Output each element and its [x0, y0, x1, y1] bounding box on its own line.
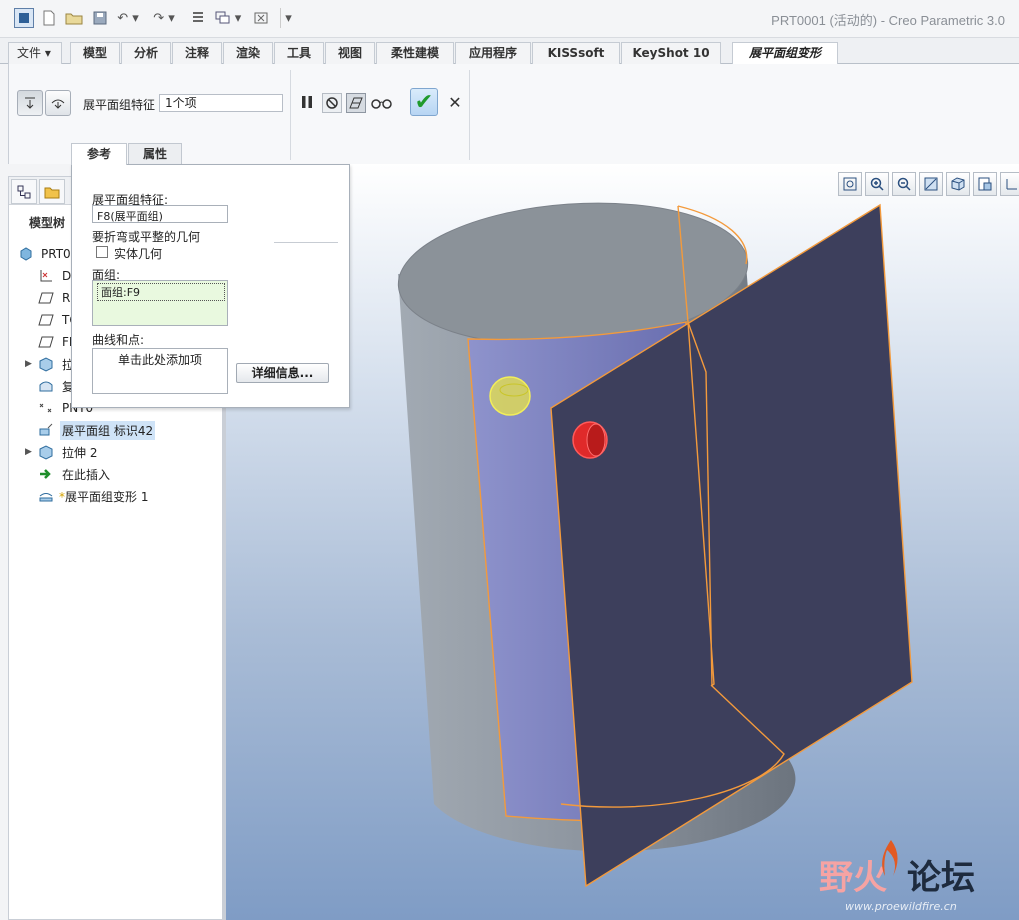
flatten-feature-collector[interactable]: 1个项 — [159, 94, 283, 112]
collector-label: 展平面组特征 — [83, 98, 156, 112]
tab-file-label: 文件 — [17, 46, 42, 60]
extrude-icon — [37, 443, 55, 461]
windows-icon[interactable]: ▾ — [212, 8, 244, 28]
tree-item-label: *展平面组变形 1 — [57, 487, 150, 506]
tab-analysis[interactable]: 分析 — [121, 42, 171, 64]
verify-glasses-icon[interactable] — [370, 93, 394, 113]
window-title: PRT0001 (活动的) - Creo Parametric 3.0 — [771, 13, 1005, 28]
save-icon[interactable] — [90, 8, 110, 28]
quilt-collector-item[interactable]: 面组:F9 — [97, 283, 225, 301]
no-preview-icon[interactable] — [322, 93, 342, 113]
tab-kisssoft[interactable]: KISSsoft — [532, 42, 620, 64]
references-panel: 展平面组特征: F8(展平面组) 要折弯或平整的几何 实体几何 面组: 面组:F… — [71, 164, 350, 408]
watermark-url: www.proewildfire.cn — [845, 900, 957, 913]
quilt-collector[interactable]: 面组:F9 — [92, 280, 228, 326]
tab-view[interactable]: 视图 — [325, 42, 375, 64]
forum-watermark: 野火 论坛 www.proewildfire.cn — [815, 838, 1005, 918]
part-icon — [17, 245, 35, 263]
expand-arrow-icon[interactable]: ▶ — [25, 359, 35, 369]
tree-item-flatten-deform[interactable]: *展平面组变形 1 — [9, 486, 223, 506]
model-tree-title: 模型树 — [29, 216, 66, 230]
ribbon-separator — [469, 70, 470, 160]
tab-model[interactable]: 模型 — [70, 42, 120, 64]
flatten-mode-button[interactable] — [17, 90, 43, 116]
open-folder-icon[interactable] — [64, 8, 84, 28]
subtab-references[interactable]: 参考 — [71, 143, 127, 165]
copy-icon — [37, 377, 55, 395]
csys-icon — [37, 267, 55, 285]
preview-geometry-icon[interactable] — [346, 93, 366, 113]
close-window-icon[interactable] — [252, 8, 270, 28]
flatten-feature-field[interactable]: F8(展平面组) — [92, 205, 228, 223]
tree-item-insert-here[interactable]: 在此插入 — [9, 464, 223, 484]
datum-point-red-ring — [586, 423, 606, 457]
watermark-text-b: 论坛 — [907, 858, 975, 898]
tree-item-label: 在此插入 — [62, 467, 111, 482]
tab-applications[interactable]: 应用程序 — [455, 42, 531, 64]
tab-tools[interactable]: 工具 — [274, 42, 324, 64]
solid-geometry-label: 实体几何 — [114, 247, 163, 261]
tab-flexible-modeling[interactable]: 柔性建模 — [376, 42, 454, 64]
ribbon-tabs: 文件 ▾ 模型 分析 注释 渲染 工具 视图 柔性建模 应用程序 KISSsof… — [0, 38, 1019, 65]
insert-arrow-icon — [37, 465, 55, 483]
solid-geometry-checkbox[interactable] — [96, 246, 108, 258]
tree-item-label: 拉伸 2 — [62, 445, 98, 460]
flatten-quilt-icon — [37, 421, 55, 439]
tree-item-label: 展平面组 标识42 — [60, 420, 156, 440]
extrude-icon — [37, 355, 55, 373]
tree-item-extrude-2[interactable]: ▶ 拉伸 2 — [9, 442, 223, 462]
tree-item-label-text: 展平面组变形 1 — [65, 489, 149, 504]
pause-icon[interactable] — [298, 93, 316, 111]
tab-flatten-quilt-deform[interactable]: 展平面组变形 — [732, 42, 838, 65]
curves-points-label: 曲线和点: — [92, 333, 145, 347]
tab-annotate[interactable]: 注释 — [172, 42, 222, 64]
folder-browser-tab-icon[interactable] — [39, 179, 65, 204]
bend-mode-button[interactable] — [45, 90, 71, 116]
model-tree-tab-icon[interactable] — [11, 179, 37, 204]
undo-icon[interactable]: ↶ ▾ — [114, 8, 142, 28]
title-bar: ↶ ▾ ↷ ▾ ▾ ▾ PRT0001 (活动的) - Creo Paramet… — [0, 0, 1019, 38]
curves-points-collector[interactable]: 单击此处添加项 — [92, 348, 228, 394]
datum-plane-icon — [37, 311, 55, 329]
tab-render[interactable]: 渲染 — [223, 42, 273, 64]
fire-logo-icon — [877, 838, 905, 881]
datum-point-icon — [37, 399, 55, 417]
cancel-close-icon[interactable]: ✕ — [445, 92, 465, 112]
new-file-icon[interactable] — [40, 8, 58, 28]
regenerate-icon[interactable] — [188, 8, 208, 28]
subtab-properties[interactable]: 属性 — [128, 143, 182, 164]
datum-plane-icon — [37, 333, 55, 351]
details-button[interactable]: 详细信息... — [236, 363, 329, 383]
tree-item-flatten-quilt[interactable]: 展平面组 标识42 — [9, 420, 223, 440]
datum-plane-icon — [37, 289, 55, 307]
expand-arrow-icon[interactable]: ▶ — [25, 447, 35, 457]
geometry-divider — [274, 242, 338, 243]
flatten-deform-icon — [37, 487, 55, 505]
geometry-label: 要折弯或平整的几何 — [92, 230, 201, 244]
ok-checkmark-button[interactable]: ✔ — [410, 88, 438, 116]
redo-icon[interactable]: ↷ ▾ — [150, 8, 178, 28]
ribbon-separator — [290, 70, 291, 160]
app-menu-icon[interactable] — [14, 8, 34, 28]
tab-keyshot[interactable]: KeyShot 10 — [621, 42, 721, 64]
tab-file[interactable]: 文件 ▾ — [8, 42, 62, 64]
customize-toolbar-icon[interactable]: ▾ — [280, 8, 296, 28]
